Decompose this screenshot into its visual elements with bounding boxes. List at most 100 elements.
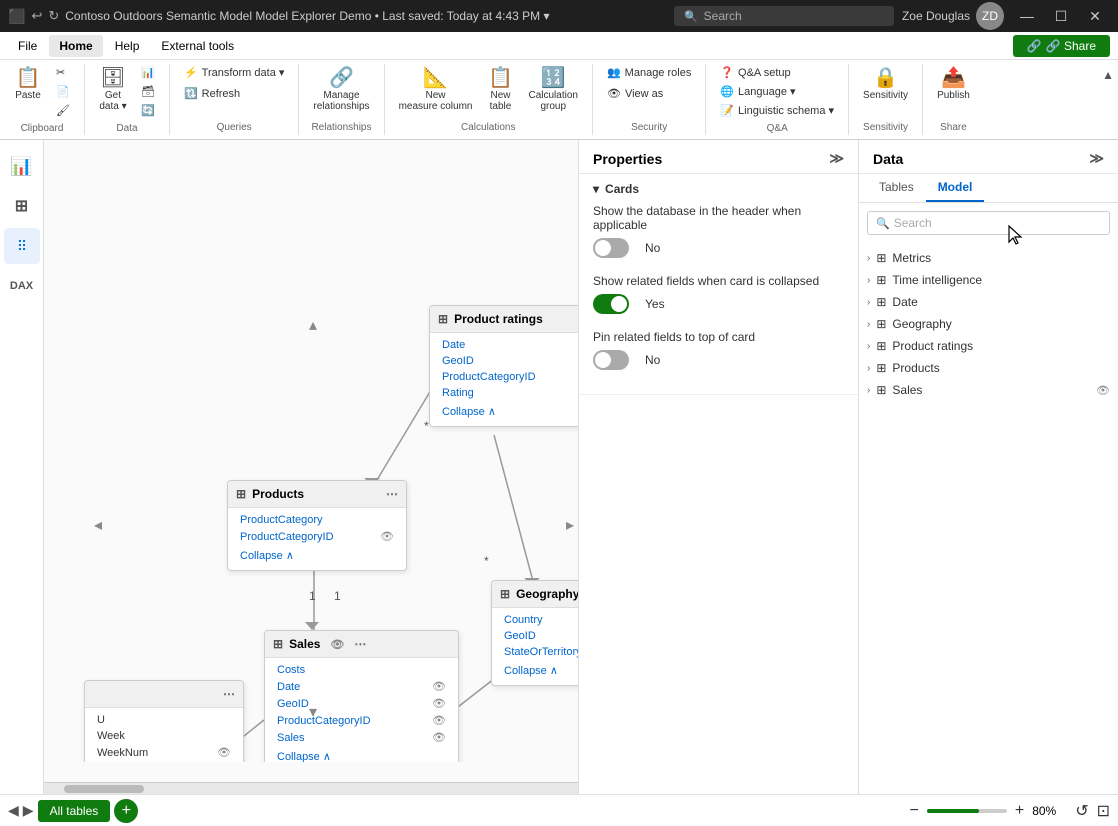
language-button[interactable]: 🌐 Language ▾ xyxy=(714,83,801,100)
table-row: GeoID xyxy=(492,628,578,644)
scroll-right-icon[interactable]: ▸ xyxy=(566,515,574,535)
scroll-down-icon[interactable]: ▾ xyxy=(309,702,317,722)
zoom-reset-button[interactable]: ↺ xyxy=(1075,801,1088,821)
zoom-slider[interactable] xyxy=(927,809,1007,813)
menu-bar: File Home Help External tools 🔗 🔗 Share xyxy=(0,32,1118,60)
tree-item-product-ratings[interactable]: › ⊞ Product ratings xyxy=(859,335,1118,357)
ribbon-group-data: 🗄 Getdata ▾ 📊 🗃 🔄 Data xyxy=(85,64,170,135)
new-table-button[interactable]: 📋 Newtable xyxy=(480,64,520,116)
manage-relationships-button[interactable]: 🔗 Managerelationships xyxy=(307,64,375,116)
add-tab-button[interactable]: + xyxy=(114,799,138,823)
page-prev-button[interactable]: ◀ xyxy=(8,802,19,819)
calc-group-button[interactable]: 🔢 Calculationgroup xyxy=(522,64,583,116)
tree-item-metrics[interactable]: › ⊞ Metrics xyxy=(859,247,1118,269)
menu-file[interactable]: File xyxy=(8,35,47,57)
tree-item-products[interactable]: › ⊞ Products xyxy=(859,357,1118,379)
geography-icon: ⊞ xyxy=(500,587,510,601)
toggle-2[interactable] xyxy=(593,294,629,314)
sidebar-icon-table[interactable]: ⊞ xyxy=(4,188,40,224)
scroll-left-icon[interactable]: ◂ xyxy=(94,515,102,535)
collapse-geography[interactable]: Collapse ∧ xyxy=(492,660,578,681)
page-next-button[interactable]: ▶ xyxy=(23,802,34,819)
ribbon-collapse[interactable]: ▲ xyxy=(1098,64,1118,135)
share-group-label: Share xyxy=(931,122,976,135)
canvas-area[interactable]: * * 1 * 1 1 * ⊞ Product ratings Date xyxy=(44,140,578,794)
toggle-1[interactable] xyxy=(593,238,629,258)
sidebar-icon-report[interactable]: 📊 xyxy=(4,148,40,184)
zoom-plus-button[interactable]: + xyxy=(1015,802,1024,820)
new-measure-button[interactable]: 📐 Newmeasure column xyxy=(393,64,479,116)
minimize-button[interactable]: — xyxy=(1012,4,1042,28)
title-search-box[interactable]: 🔍 Search xyxy=(674,6,894,26)
product-ratings-card[interactable]: ⊞ Product ratings Date GeoID ProductCate… xyxy=(429,305,578,427)
undo-icon[interactable]: ↩ xyxy=(31,8,42,24)
language-label: Language ▾ xyxy=(738,85,796,98)
data-search-icon: 🔍 xyxy=(876,217,890,230)
get-data-button[interactable]: 🗄 Getdata ▾ xyxy=(93,64,133,116)
collapse-product-ratings[interactable]: Collapse ∧ xyxy=(430,401,578,422)
collapse-products[interactable]: Collapse ∧ xyxy=(228,545,406,566)
menu-home[interactable]: Home xyxy=(49,35,102,57)
excel-button[interactable]: 📊 xyxy=(135,64,161,81)
tree-item-sales[interactable]: › ⊞ Sales 👁 xyxy=(859,379,1118,401)
fit-to-screen-button[interactable]: ⊡ xyxy=(1097,801,1110,821)
paste-button[interactable]: 📋 Paste xyxy=(8,64,48,105)
qa-setup-button[interactable]: ❓ Q&A setup xyxy=(714,64,796,81)
table-row: GeoID xyxy=(430,353,578,369)
data-tree: › ⊞ Metrics › ⊞ Time intelligence › ⊞ Da… xyxy=(859,243,1118,794)
data-panel-expand-icon[interactable]: ≫ xyxy=(1089,150,1104,167)
prop-label-1: Show the database in the header when app… xyxy=(593,204,844,232)
menu-help[interactable]: Help xyxy=(105,35,150,57)
sales-menu-icon[interactable]: ⋯ xyxy=(354,637,366,651)
new-measure-label: Newmeasure column xyxy=(399,90,473,112)
relationships-label: Managerelationships xyxy=(313,90,369,112)
properties-title: Properties xyxy=(593,151,662,167)
zoom-minus-button[interactable]: − xyxy=(910,802,919,820)
recent-button[interactable]: 🔄 xyxy=(135,102,161,119)
manage-roles-button[interactable]: 👥 Manage roles xyxy=(601,64,697,81)
linguistic-button[interactable]: 📝 Linguistic schema ▾ xyxy=(714,102,840,119)
maximize-button[interactable]: ☐ xyxy=(1046,4,1076,28)
transform-data-button[interactable]: ⚡ Transform data ▾ xyxy=(178,64,290,81)
sql-button[interactable]: 🗃 xyxy=(135,83,161,100)
ribbon-group-share: 📤 Publish Share xyxy=(923,64,984,135)
products-menu-icon[interactable]: ⋯ xyxy=(386,487,398,501)
redo-icon[interactable]: ↻ xyxy=(48,8,59,24)
date-table-card[interactable]: ⋯ U Week WeekNum 👁 Month xyxy=(84,680,244,762)
refresh-button[interactable]: 🔃 Refresh xyxy=(178,85,246,102)
tree-item-time-intelligence[interactable]: › ⊞ Time intelligence xyxy=(859,269,1118,291)
all-tables-tab[interactable]: All tables xyxy=(38,800,111,822)
tree-item-date[interactable]: › ⊞ Date xyxy=(859,291,1118,313)
data-search-box[interactable]: 🔍 Search xyxy=(867,211,1110,235)
ribbon-group-calculations: 📐 Newmeasure column 📋 Newtable 🔢 Calcula… xyxy=(385,64,593,135)
date-table-menu-icon[interactable]: ⋯ xyxy=(223,687,235,701)
tab-model[interactable]: Model xyxy=(926,174,985,202)
scroll-up-icon[interactable]: ▴ xyxy=(309,315,317,335)
sidebar-icon-dax[interactable]: DAX xyxy=(4,268,40,304)
chevron-metrics-icon: › xyxy=(867,253,870,264)
cut-button[interactable]: ✂ xyxy=(50,64,76,81)
sidebar-icon-model[interactable]: ⠿ xyxy=(4,228,40,264)
close-button[interactable]: ✕ xyxy=(1080,4,1110,28)
geography-header: ⊞ Geography xyxy=(492,581,578,608)
publish-button[interactable]: 📤 Publish xyxy=(931,64,976,105)
geography-card[interactable]: ⊞ Geography Country GeoID StateOrTerrito… xyxy=(491,580,578,686)
user-area: Zoe Douglas ZD xyxy=(902,2,1004,30)
tab-tables[interactable]: Tables xyxy=(867,174,926,202)
table-row: U xyxy=(85,712,243,728)
properties-expand-icon[interactable]: ≫ xyxy=(829,150,844,167)
data-search-placeholder: Search xyxy=(894,216,932,230)
sales-card[interactable]: ⊞ Sales 👁 ⋯ Costs Date 👁 GeoID 👁 xyxy=(264,630,459,762)
collapse-sales[interactable]: Collapse ∧ xyxy=(265,746,458,762)
format-painter-button[interactable]: 🖌 xyxy=(50,102,76,119)
tree-item-geography[interactable]: › ⊞ Geography xyxy=(859,313,1118,335)
view-as-button[interactable]: 👁 View as xyxy=(601,85,669,102)
menu-external-tools[interactable]: External tools xyxy=(151,35,244,57)
copy-button[interactable]: 📄 xyxy=(50,83,76,100)
toggle-3[interactable] xyxy=(593,350,629,370)
products-card[interactable]: ⊞ Products ⋯ ProductCategory ProductCate… xyxy=(227,480,407,571)
sensitivity-button[interactable]: 🔒 Sensitivity xyxy=(857,64,914,105)
share-button[interactable]: 🔗 🔗 Share xyxy=(1013,35,1110,57)
horizontal-scrollbar[interactable] xyxy=(44,782,578,794)
table-row: ProductCategoryID 👁 xyxy=(228,528,406,545)
